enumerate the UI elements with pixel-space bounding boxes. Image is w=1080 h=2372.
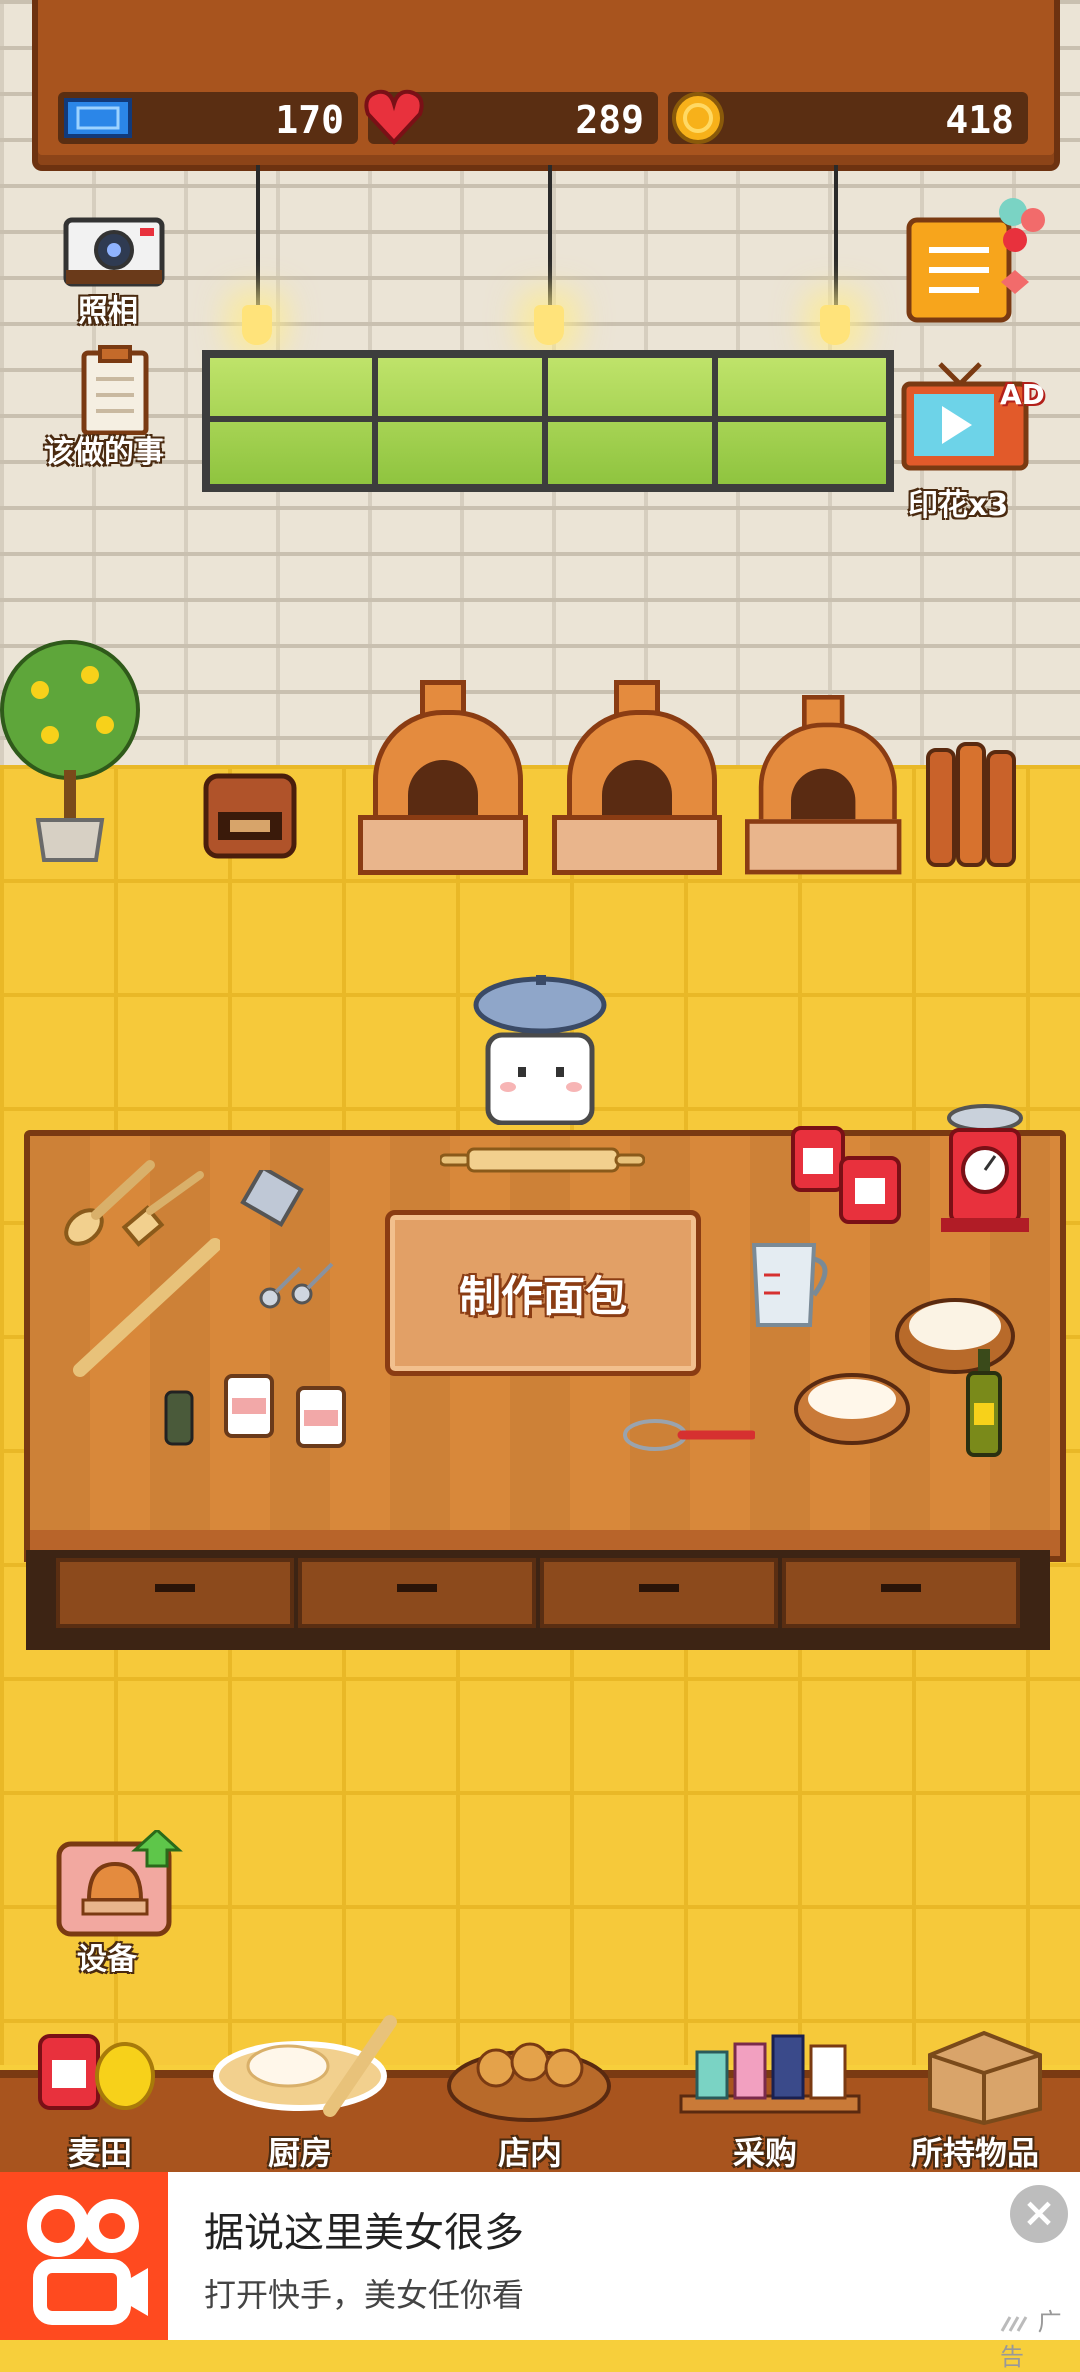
camera-button[interactable]: 照相 [60,212,168,329]
equipment-label: 设备 [77,1942,137,1977]
light-bulb [242,305,272,345]
todo-button[interactable]: 该做的事 [40,345,190,470]
nav-kitchen[interactable]: 厨房 [200,2010,400,2172]
nav-purchase[interactable]: 采购 [665,2010,865,2172]
cardboard-box-icon [928,2030,1042,2125]
kitchen-window [202,350,894,492]
kuaishou-logo-icon [27,2195,148,2325]
kitchen-dough-icon [213,2015,397,2117]
light-wire [256,165,260,305]
nav-inventory[interactable]: 所持物品 [880,2010,1080,2172]
light-bulb [534,305,564,345]
measuring-cup-icon [751,1243,828,1327]
oil-bottle-icon [966,1349,1002,1457]
oven-upgrade-icon [56,1827,183,1937]
coin-count: 418 [945,98,1014,142]
clipboard-icon [81,345,149,436]
camera-icon [63,217,165,287]
baking-tools-icon [64,1160,220,1377]
ticket-count: 170 [275,98,344,142]
heart-counter: 289 [364,89,658,145]
whisk-icon [623,1419,755,1451]
light-bulb [820,305,850,345]
kitchen-scale-icon [941,1104,1029,1232]
ad-reward-label: 印花x3 [908,488,1009,523]
ad-tag: 广告 [1000,2302,1080,2372]
coin-counter: 418 [668,92,1028,144]
nav-shop[interactable]: 店内 [430,2010,630,2172]
ad-close-button[interactable]: × [1010,2185,1068,2243]
equipment-button[interactable]: 设备 [55,1827,183,1977]
brick-oven[interactable] [745,695,902,875]
nav-label: 店内 [497,2134,562,2172]
close-icon: × [1022,2190,1056,2236]
todo-label: 该做的事 [44,435,164,470]
kuaishou-logo[interactable] [0,2172,168,2340]
chef-character [473,975,607,1125]
ad-tag-icon [1000,2316,1028,2332]
treasure-chest [203,773,297,859]
coin-icon [672,92,724,144]
wheat-field-icon [38,2034,155,2110]
flour-bowl-icon [794,1373,910,1445]
rolling-pin-icon [440,1147,645,1173]
camera-label: 照相 [78,294,138,329]
nav-label: 厨房 [267,2134,332,2172]
resource-bar: 170 289 418 [32,0,1060,171]
scraper-and-spoons-icon [240,1170,334,1309]
light-wire [548,165,552,305]
watch-ad-tv-button[interactable]: AD 印花x3 [900,360,1060,523]
heart-icon [364,89,424,145]
notice-board-button[interactable] [905,190,1055,330]
nav-wheat-field[interactable]: 麦田 [0,2010,200,2172]
grocery-shelf-icon [679,2034,861,2114]
heart-count: 289 [575,98,644,142]
table-drawers [26,1550,1050,1650]
flour-bags-icon [791,1126,901,1224]
ad-badge: AD [1000,378,1045,411]
light-wire [834,165,838,305]
tv-play-icon [901,362,1029,471]
brick-oven[interactable] [552,680,722,875]
notice-with-balloons-icon [906,198,1045,323]
ticket-icon [64,98,132,138]
ingredient-jars-icon [164,1374,346,1448]
nav-label: 所持物品 [910,2134,1039,2172]
firewood-stack [926,742,1016,867]
bread-basket-icon [447,2042,611,2122]
potted-lemon-tree [0,640,140,862]
make-bread-label: 制作面包 [458,1272,627,1321]
ad-title[interactable]: 据说这里美女很多 [204,2200,524,2258]
ticket-counter: 170 [58,92,358,144]
nav-label: 麦田 [67,2134,132,2172]
brick-oven[interactable] [358,680,528,875]
ad-subtitle[interactable]: 打开快手，美女任你看 [204,2270,524,2316]
nav-label: 采购 [732,2134,797,2172]
make-bread-button[interactable]: 制作面包 [385,1210,701,1376]
